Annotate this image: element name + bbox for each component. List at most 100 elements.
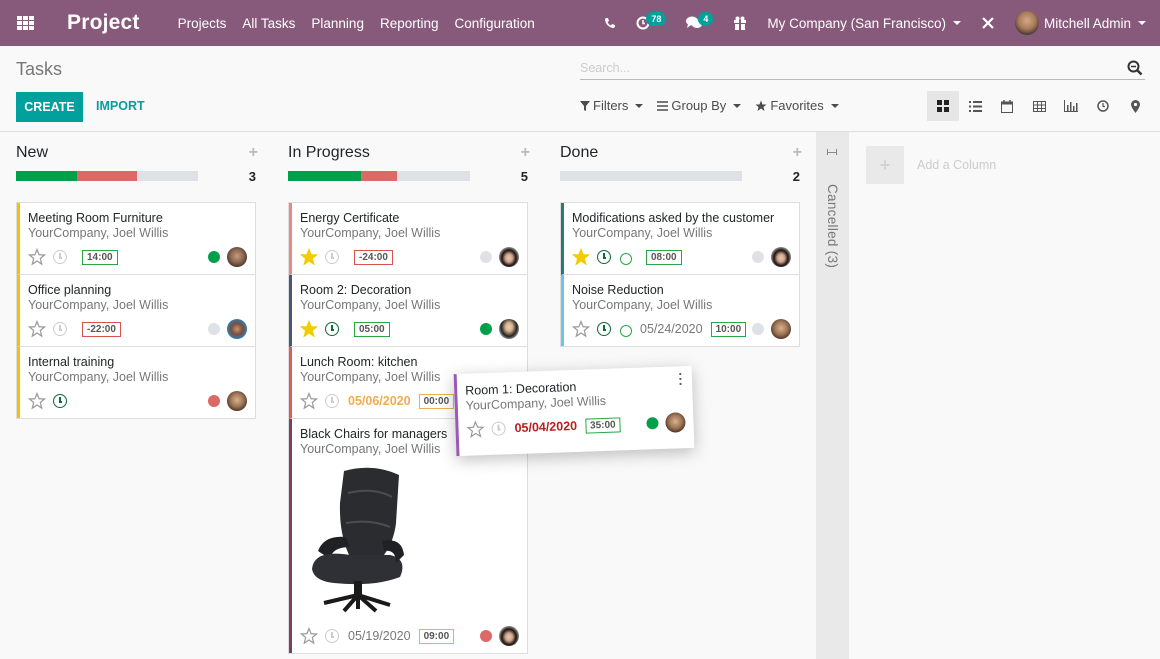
create-button[interactable]: CREATE <box>16 92 83 122</box>
activity-view-button[interactable] <box>1087 91 1119 121</box>
rating-smile-icon <box>620 325 632 337</box>
star-icon[interactable] <box>572 248 590 266</box>
menu-all-tasks[interactable]: All Tasks <box>234 16 303 31</box>
quick-create-plus-icon[interactable]: + <box>249 144 258 162</box>
activity-clock-icon[interactable] <box>325 629 339 643</box>
planned-hours: -24:00 <box>354 249 393 265</box>
task-card[interactable]: Energy Certificate YourCompany, Joel Wil… <box>289 203 527 275</box>
pivot-view-button[interactable] <box>1023 91 1055 121</box>
task-card[interactable]: Modifications asked by the customer Your… <box>561 203 799 275</box>
graph-view-button[interactable] <box>1055 91 1087 121</box>
map-view-button[interactable] <box>1119 91 1151 121</box>
star-icon[interactable] <box>300 320 318 338</box>
kanban-state-dot[interactable] <box>208 395 220 407</box>
phone-icon <box>605 18 616 28</box>
card-title: Room 2: Decoration <box>300 283 412 297</box>
task-card[interactable]: Internal training YourCompany, Joel Will… <box>17 347 255 418</box>
progress-segment-red[interactable] <box>360 171 398 181</box>
calendar-view-button[interactable] <box>991 91 1023 121</box>
filter-icon <box>580 100 590 111</box>
progress-bar[interactable] <box>560 171 742 181</box>
kanban-state-dot[interactable] <box>480 251 492 263</box>
list-view-button[interactable] <box>959 91 991 121</box>
filters-dropdown[interactable]: Filters <box>580 98 644 113</box>
task-card[interactable]: Meeting Room Furniture YourCompany, Joel… <box>17 203 255 275</box>
search-input[interactable] <box>580 60 1127 75</box>
search-icon[interactable] <box>1127 60 1143 76</box>
star-icon[interactable] <box>572 320 590 338</box>
menu-planning[interactable]: Planning <box>303 16 372 31</box>
search-options: Filters Group By Favorites <box>580 98 839 113</box>
folded-column-cancelled[interactable]: Cancelled (3) <box>816 132 849 659</box>
card-subtitle: YourCompany, Joel Willis <box>28 370 169 384</box>
task-card[interactable]: Room 2: Decoration YourCompany, Joel Wil… <box>289 275 527 347</box>
star-icon[interactable] <box>466 420 485 439</box>
menu-configuration[interactable]: Configuration <box>447 16 543 31</box>
activity-clock-icon[interactable] <box>53 322 67 336</box>
star-icon[interactable] <box>300 248 318 266</box>
user-menu[interactable]: Mitchell Admin <box>1005 0 1160 46</box>
star-icon[interactable] <box>300 627 318 645</box>
progress-bar[interactable] <box>288 171 470 181</box>
task-card[interactable]: Office planning YourCompany, Joel Willis… <box>17 275 255 347</box>
activity-clock-icon[interactable] <box>597 250 611 264</box>
systray: 78 4 My Company (San Francisco) Mitchell… <box>594 0 1160 46</box>
import-button[interactable]: IMPORT <box>96 99 145 113</box>
progress-segment-red[interactable] <box>76 171 138 181</box>
card-footer: -24:00 <box>300 246 519 268</box>
star-icon[interactable] <box>28 248 46 266</box>
kanban-state-dot[interactable] <box>208 251 220 263</box>
column-progressbar: 3 <box>16 168 256 184</box>
kebab-menu-icon[interactable]: · · · <box>678 366 683 391</box>
activity-clock-icon[interactable] <box>53 394 67 408</box>
star-icon[interactable] <box>28 392 46 410</box>
debug-tools-button[interactable] <box>971 0 1005 46</box>
activity-clock-icon[interactable] <box>491 421 506 436</box>
activity-clock-icon[interactable] <box>53 250 67 264</box>
planned-hours: 14:00 <box>82 249 118 265</box>
favorites-dropdown[interactable]: Favorites <box>755 98 839 113</box>
kanban-state-dot[interactable] <box>752 323 764 335</box>
phone-button[interactable] <box>594 0 626 46</box>
caret-down-icon <box>733 103 742 108</box>
messages-button[interactable]: 4 <box>676 0 723 46</box>
dragged-card[interactable]: · · · Room 1: Decoration YourCompany, Joel… <box>453 365 695 457</box>
kanban-state-dot[interactable] <box>208 323 220 335</box>
progress-bar[interactable] <box>16 171 198 181</box>
progress-segment-green[interactable] <box>16 171 77 181</box>
kanban-state-dot[interactable] <box>480 323 492 335</box>
column-count: 2 <box>792 168 800 184</box>
kanban-view-button[interactable] <box>927 91 959 121</box>
star-icon[interactable] <box>300 392 318 410</box>
quick-create-plus-icon[interactable]: + <box>521 144 530 162</box>
progress-segment-green[interactable] <box>288 171 361 181</box>
quick-create-plus-icon[interactable]: + <box>793 144 802 162</box>
gift-button[interactable] <box>723 0 757 46</box>
activity-clock-icon[interactable] <box>325 394 339 408</box>
card-subtitle: YourCompany, Joel Willis <box>572 298 713 312</box>
task-card[interactable]: Noise Reduction YourCompany, Joel Willis… <box>561 275 799 346</box>
progress-segment-grey <box>397 171 470 181</box>
caret-down-icon <box>830 103 839 108</box>
card-footer: 05/24/2020 10:00 <box>572 318 791 340</box>
caret-down-icon <box>635 103 644 108</box>
menu-projects[interactable]: Projects <box>170 16 235 31</box>
card-subtitle: YourCompany, Joel Willis <box>300 226 441 240</box>
kanban-state-dot[interactable] <box>480 630 492 642</box>
activity-button[interactable]: 78 <box>626 0 676 46</box>
column-progressbar: 5 <box>288 168 528 184</box>
kanban-state-dot[interactable] <box>646 417 659 430</box>
activity-clock-icon[interactable] <box>597 322 611 336</box>
apps-menu-button[interactable] <box>0 0 50 46</box>
card-subtitle: YourCompany, Joel Willis <box>28 226 169 240</box>
activity-clock-icon[interactable] <box>325 250 339 264</box>
add-column-button[interactable]: + Add a Column <box>866 146 996 184</box>
star-icon[interactable] <box>28 320 46 338</box>
company-switcher[interactable]: My Company (San Francisco) <box>757 0 971 46</box>
assignee-avatar <box>499 319 519 339</box>
kanban-state-dot[interactable] <box>752 251 764 263</box>
card-footer: -22:00 <box>28 318 247 340</box>
groupby-dropdown[interactable]: Group By <box>657 98 742 113</box>
activity-clock-icon[interactable] <box>325 322 339 336</box>
menu-reporting[interactable]: Reporting <box>372 16 447 31</box>
